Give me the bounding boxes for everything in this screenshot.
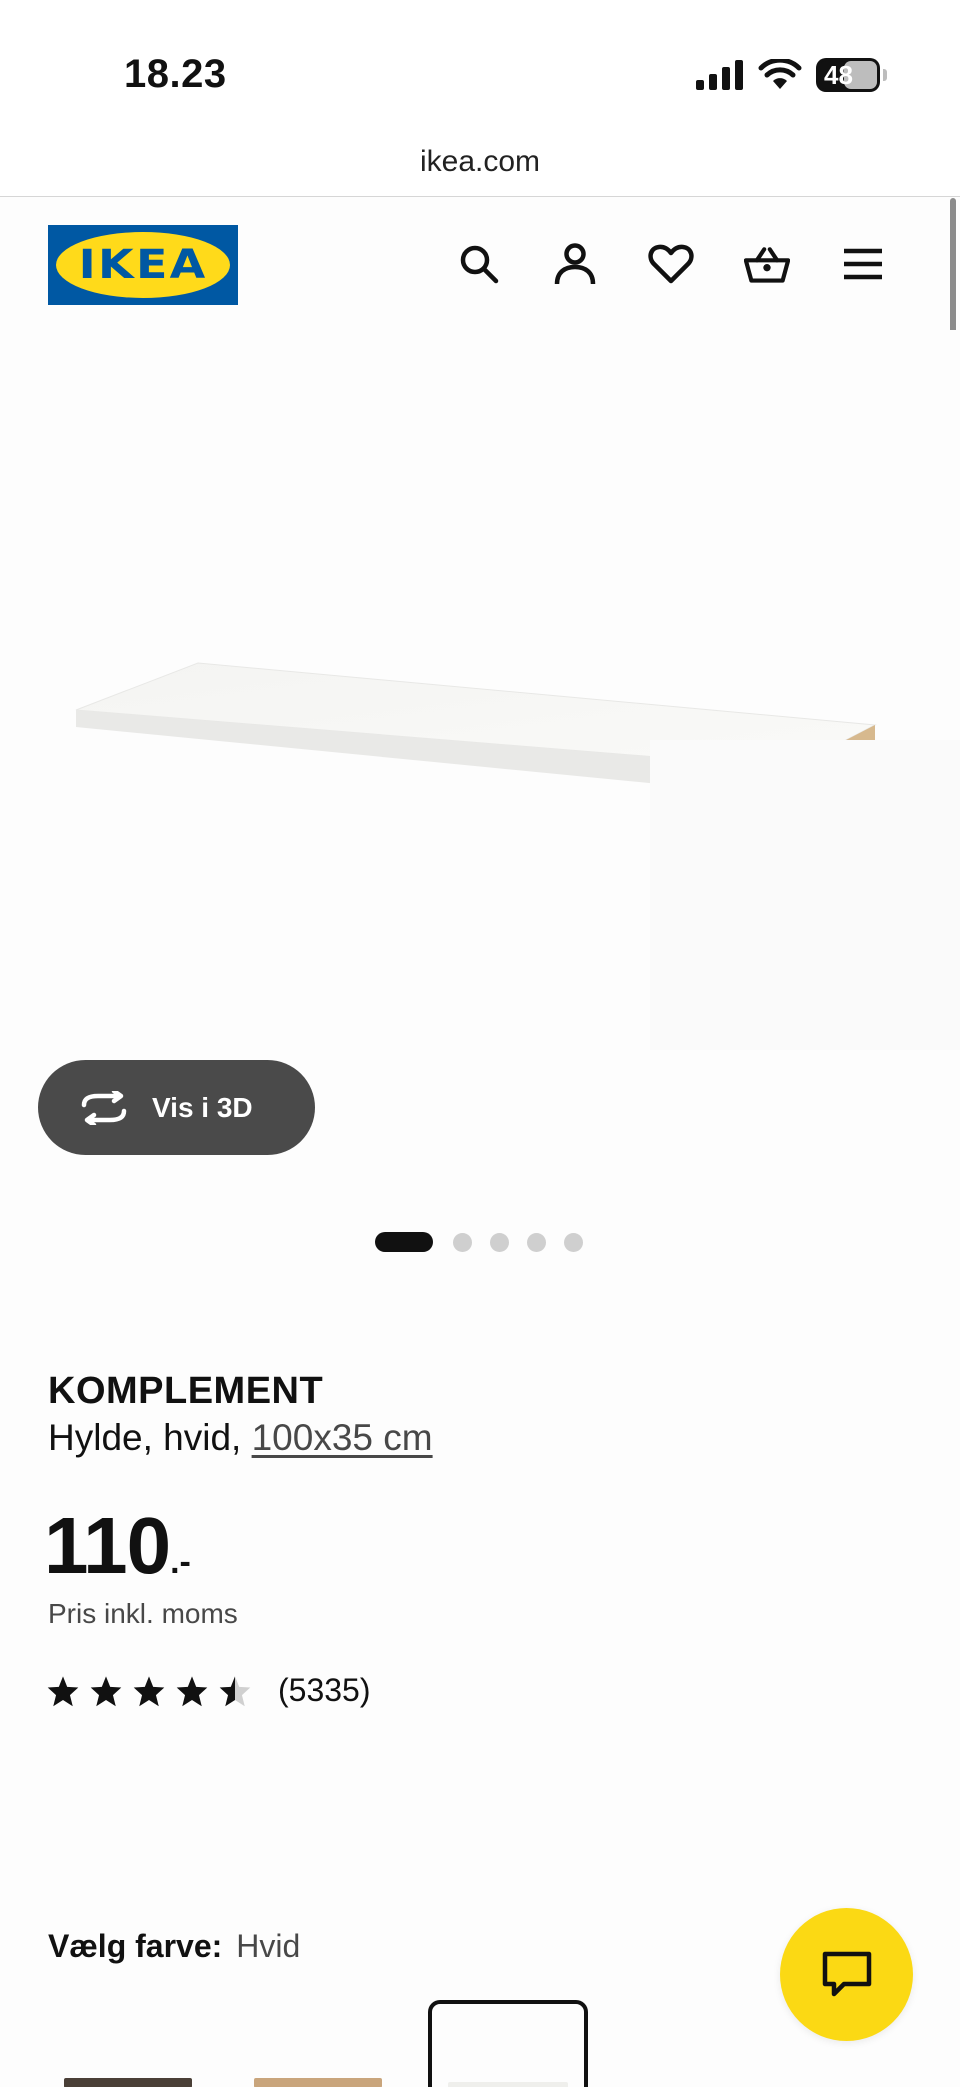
color-swatches bbox=[48, 2000, 588, 2087]
account-icon[interactable] bbox=[552, 238, 598, 290]
image-shadow bbox=[650, 740, 960, 1050]
menu-icon[interactable] bbox=[840, 238, 886, 290]
color-swatch-dark[interactable] bbox=[48, 2000, 208, 2087]
star-icon bbox=[47, 1675, 79, 1706]
product-type: Hylde, hvid, bbox=[48, 1417, 242, 1458]
product-price: 110.- bbox=[44, 1500, 191, 1592]
battery-level: 48 bbox=[824, 59, 853, 90]
page-scrollbar[interactable] bbox=[950, 198, 956, 348]
status-bar: 18.23 48 bbox=[0, 0, 960, 140]
product-rating[interactable]: (5335) bbox=[46, 1672, 371, 1709]
address-bar[interactable]: ikea.com bbox=[0, 140, 960, 196]
search-icon[interactable] bbox=[456, 238, 502, 290]
basket-icon[interactable] bbox=[744, 238, 790, 290]
chat-button[interactable] bbox=[780, 1908, 913, 2041]
heart-icon[interactable] bbox=[648, 238, 694, 290]
divider bbox=[0, 196, 960, 197]
color-label: Vælg farve: bbox=[48, 1928, 223, 1964]
view-3d-button[interactable]: Vis i 3D bbox=[38, 1060, 315, 1155]
signal-icon bbox=[696, 60, 743, 90]
price-suffix: .- bbox=[170, 1543, 191, 1581]
product-description: Hylde, hvid, 100x35 cm bbox=[48, 1417, 433, 1459]
gallery-dot[interactable] bbox=[564, 1232, 583, 1252]
star-icon bbox=[90, 1675, 122, 1706]
star-icon bbox=[176, 1675, 208, 1706]
status-time: 18.23 bbox=[124, 52, 227, 96]
gallery-pagination bbox=[375, 1232, 583, 1252]
gallery-dot[interactable] bbox=[527, 1232, 546, 1252]
vat-note: Pris inkl. moms bbox=[48, 1598, 238, 1629]
gallery-dot[interactable] bbox=[375, 1232, 433, 1252]
url-text[interactable]: ikea.com bbox=[0, 140, 960, 184]
product-name: KOMPLEMENT bbox=[48, 1370, 324, 1412]
color-swatch-oak[interactable] bbox=[238, 2000, 398, 2087]
rating-stars bbox=[46, 1675, 252, 1707]
star-icon bbox=[133, 1675, 165, 1706]
status-icons: 48 bbox=[696, 58, 887, 92]
header-actions bbox=[456, 238, 886, 290]
gallery-dot[interactable] bbox=[453, 1232, 472, 1252]
half-star-icon bbox=[219, 1675, 251, 1706]
color-swatch-white[interactable] bbox=[428, 2000, 588, 2087]
color-selector: Vælg farve: Hvid bbox=[48, 1928, 300, 1965]
battery-icon: 48 bbox=[816, 58, 887, 92]
review-count[interactable]: (5335) bbox=[278, 1672, 371, 1709]
logo-text: IKEA bbox=[78, 242, 208, 288]
chat-icon bbox=[822, 1951, 871, 1996]
rotate-3d-icon bbox=[81, 1090, 127, 1125]
ikea-logo[interactable]: IKEA bbox=[48, 225, 238, 305]
wifi-icon bbox=[758, 59, 802, 89]
selected-color: Hvid bbox=[236, 1928, 301, 1964]
view-3d-label: Vis i 3D bbox=[152, 1091, 253, 1123]
price-integer: 110 bbox=[44, 1501, 171, 1590]
product-size-link[interactable]: 100x35 cm bbox=[252, 1417, 433, 1458]
gallery-dot[interactable] bbox=[490, 1232, 509, 1252]
